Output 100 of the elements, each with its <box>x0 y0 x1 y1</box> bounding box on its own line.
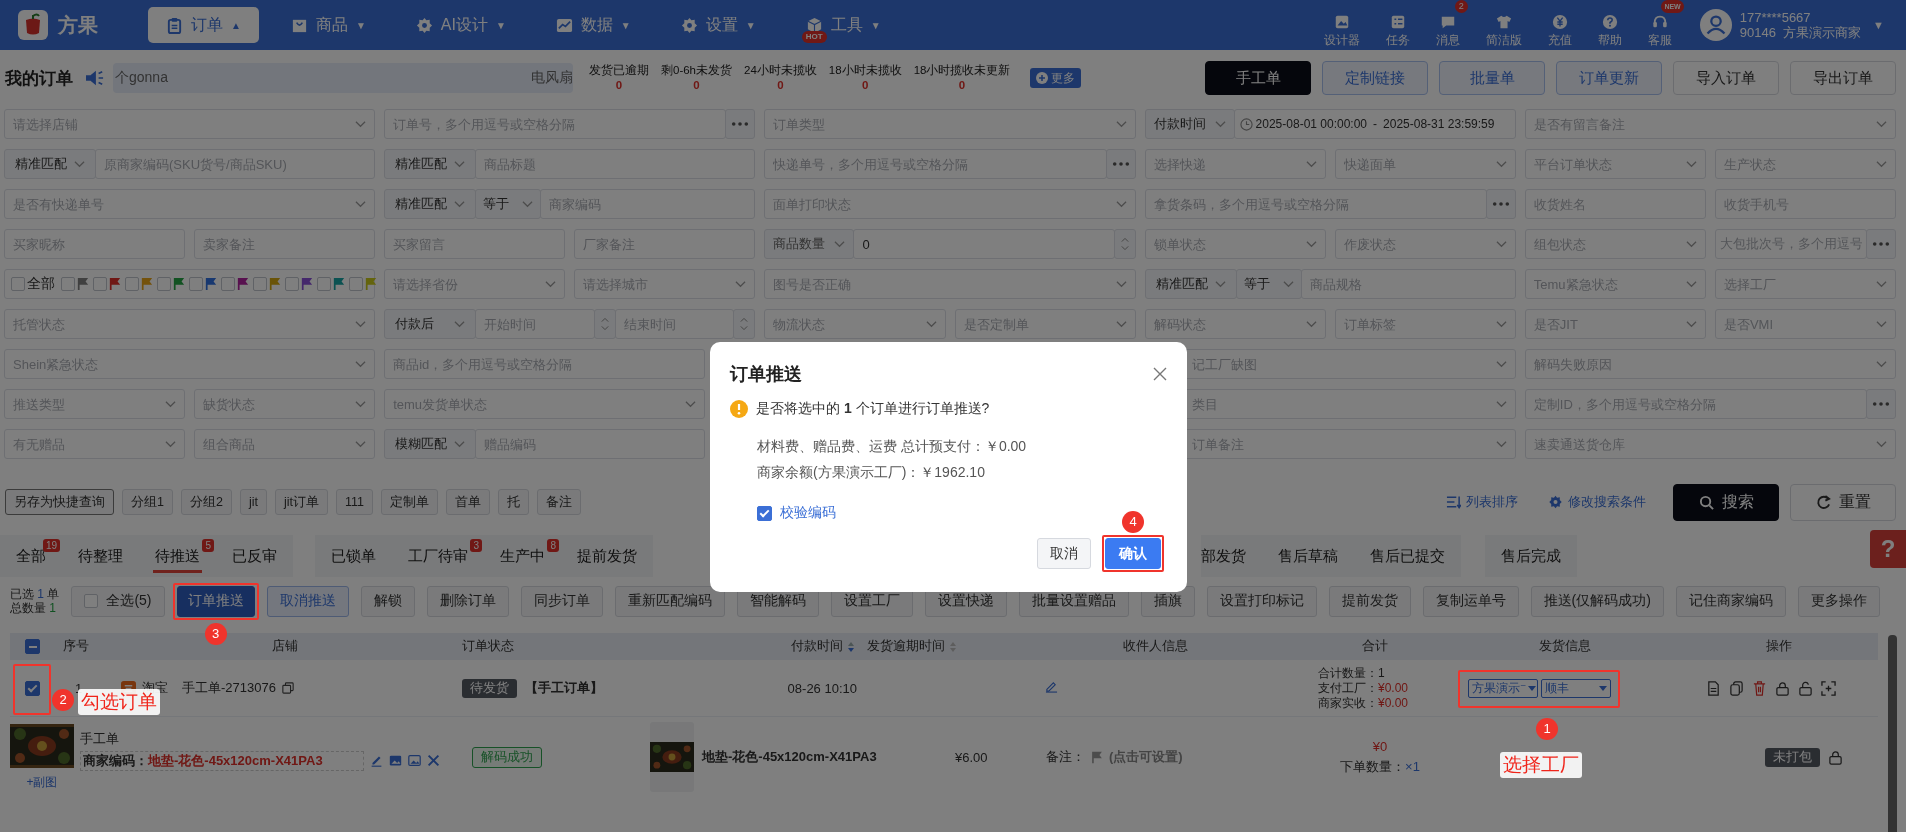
quick-query-tag[interactable]: 托 <box>498 489 529 515</box>
more-options-button[interactable] <box>1866 229 1896 259</box>
sort-icon[interactable] <box>949 640 957 653</box>
status-tab[interactable]: 售后草稿 <box>1262 535 1354 577</box>
toolbar-button[interactable]: 客服 <box>1635 13 1684 49</box>
status-tab[interactable]: 待推送 5 <box>139 535 216 577</box>
action-button[interactable]: 设置打印标记 <box>1206 585 1317 617</box>
reset-button[interactable]: 重置 <box>1790 483 1896 521</box>
checkbox[interactable] <box>61 277 75 291</box>
cancel-button[interactable]: 取消 <box>1037 538 1091 569</box>
checkbox[interactable] <box>253 277 267 291</box>
action-button[interactable]: 取消推送 <box>266 585 349 617</box>
stepper-button[interactable] <box>1113 229 1136 259</box>
date-type-select[interactable]: 付款时间 <box>1144 109 1235 139</box>
toolbar-button[interactable]: 消息 <box>1423 13 1472 49</box>
image-icon[interactable] <box>407 754 421 767</box>
quick-query-tag[interactable]: 111 <box>335 489 373 515</box>
number-field[interactable]: 0 <box>853 229 1115 259</box>
quick-query-tag[interactable]: jit订单 <box>274 489 328 515</box>
action-button[interactable]: 提前发货 <box>1328 585 1411 617</box>
nav-tab[interactable]: 设置 ▼ <box>662 7 774 43</box>
quick-query-tag[interactable]: 首单 <box>446 489 490 515</box>
factory-select[interactable]: 方果演示⁻ <box>1468 678 1538 698</box>
action-button[interactable]: 记住商家编码 <box>1675 585 1786 617</box>
match-mode-select[interactable]: 精准匹配 <box>4 149 96 179</box>
edit-icon[interactable] <box>1045 680 1058 693</box>
edit-filters-link[interactable]: 修改搜索条件 <box>1542 492 1652 512</box>
status-tab[interactable]: 工厂待审 3 <box>392 535 484 577</box>
quantity-type-select[interactable]: 商品数量 <box>764 229 855 259</box>
checkbox[interactable] <box>11 277 25 291</box>
flag-icon[interactable] <box>1091 750 1103 764</box>
quick-query-tag[interactable]: jit <box>239 489 267 515</box>
courier-select[interactable]: 顺丰 <box>1541 678 1611 698</box>
toolbar-button[interactable]: 帮助 <box>1585 13 1634 49</box>
unlock-icon[interactable] <box>1798 680 1813 696</box>
action-button[interactable]: 重新匹配编码 <box>614 585 725 617</box>
status-tab[interactable]: 已锁单 <box>315 535 392 577</box>
quick-query-tag[interactable]: 另存为快捷查询 <box>5 489 114 515</box>
lock-icon[interactable] <box>1775 680 1790 696</box>
document-icon[interactable] <box>1706 680 1721 696</box>
checkbox[interactable] <box>84 594 99 608</box>
operator-select[interactable]: 等于 <box>1235 269 1302 299</box>
action-button[interactable]: 复制运单号 <box>1422 585 1519 617</box>
status-tab[interactable]: 部发货 <box>1201 535 1262 577</box>
scrollbar[interactable] <box>1888 635 1897 832</box>
checkbox[interactable] <box>125 277 139 291</box>
match-mode-select[interactable]: 精准匹配 <box>384 149 477 179</box>
scan-icon[interactable] <box>1821 680 1836 696</box>
sort-icon[interactable] <box>847 640 855 653</box>
nav-tab[interactable]: 订单 ▲ <box>148 7 259 43</box>
nav-tab[interactable]: 工具 ▼ HOT <box>787 7 899 43</box>
checkbox[interactable] <box>757 505 772 521</box>
close-icon[interactable] <box>1153 367 1167 381</box>
select-all-button[interactable]: 全选(5) <box>71 585 165 617</box>
lock-icon[interactable] <box>1828 749 1843 765</box>
nav-tab[interactable]: 商品 ▼ <box>272 7 384 43</box>
edit-icon[interactable] <box>369 754 383 767</box>
more-options-button[interactable] <box>725 109 756 139</box>
status-tab[interactable]: 提前发货 <box>561 535 653 577</box>
header-button[interactable]: 导入订单 <box>1673 61 1779 95</box>
sort-link[interactable]: 列表排序 <box>1440 492 1524 512</box>
select-all-checkbox[interactable] <box>25 639 40 654</box>
more-options-button[interactable] <box>1866 389 1896 419</box>
toolbar-button[interactable]: 任务 <box>1373 13 1422 49</box>
action-button[interactable]: 订单推送 <box>176 585 255 617</box>
action-button[interactable]: 解锁 <box>360 585 415 617</box>
status-tab[interactable]: 已反审 <box>216 535 293 577</box>
action-button[interactable]: 推送(仅解码成功) <box>1530 585 1664 617</box>
more-button[interactable]: 更多 <box>1030 68 1082 88</box>
toolbar-button[interactable]: 简洁版 <box>1473 13 1534 49</box>
more-options-button[interactable] <box>1485 189 1516 219</box>
copy-icon[interactable] <box>281 682 294 694</box>
image-icon[interactable] <box>388 754 402 767</box>
remark-hint[interactable]: (点击可设置) <box>1109 748 1183 766</box>
checkbox[interactable] <box>221 277 235 291</box>
add-image-link[interactable]: +副图 <box>26 773 58 791</box>
checkbox[interactable] <box>157 277 171 291</box>
action-button[interactable]: 同步订单 <box>520 585 603 617</box>
action-button[interactable]: 更多操作 <box>1797 585 1880 617</box>
nav-tab[interactable]: 数据 ▼ <box>537 7 649 43</box>
nav-tab[interactable]: AI设计 ▼ <box>397 7 524 43</box>
checkbox[interactable] <box>285 277 299 291</box>
match-mode-select[interactable]: 精准匹配 <box>384 189 477 219</box>
checkbox[interactable] <box>189 277 203 291</box>
time-type-select[interactable]: 付款后 <box>384 309 477 339</box>
header-button[interactable]: 订单更新 <box>1556 61 1662 95</box>
copy-icon[interactable] <box>1729 680 1744 696</box>
operator-select[interactable]: 等于 <box>475 189 542 219</box>
status-tab[interactable]: 售后已提交 <box>1354 535 1461 577</box>
delete-icon[interactable] <box>1752 680 1767 696</box>
confirm-button[interactable]: 确认 <box>1105 538 1161 569</box>
action-button[interactable]: 删除订单 <box>426 585 509 617</box>
search-button[interactable]: 搜索 <box>1673 483 1779 521</box>
header-button[interactable]: 定制链接 <box>1322 61 1428 95</box>
stepper-button[interactable] <box>733 309 756 339</box>
quick-query-tag[interactable]: 分组2 <box>180 489 232 515</box>
header-button[interactable]: 导出订单 <box>1790 61 1896 95</box>
status-tab[interactable]: 生产中 8 <box>484 535 561 577</box>
status-tab[interactable]: 待整理 <box>62 535 139 577</box>
status-tab[interactable]: 售后完成 <box>1485 535 1577 577</box>
